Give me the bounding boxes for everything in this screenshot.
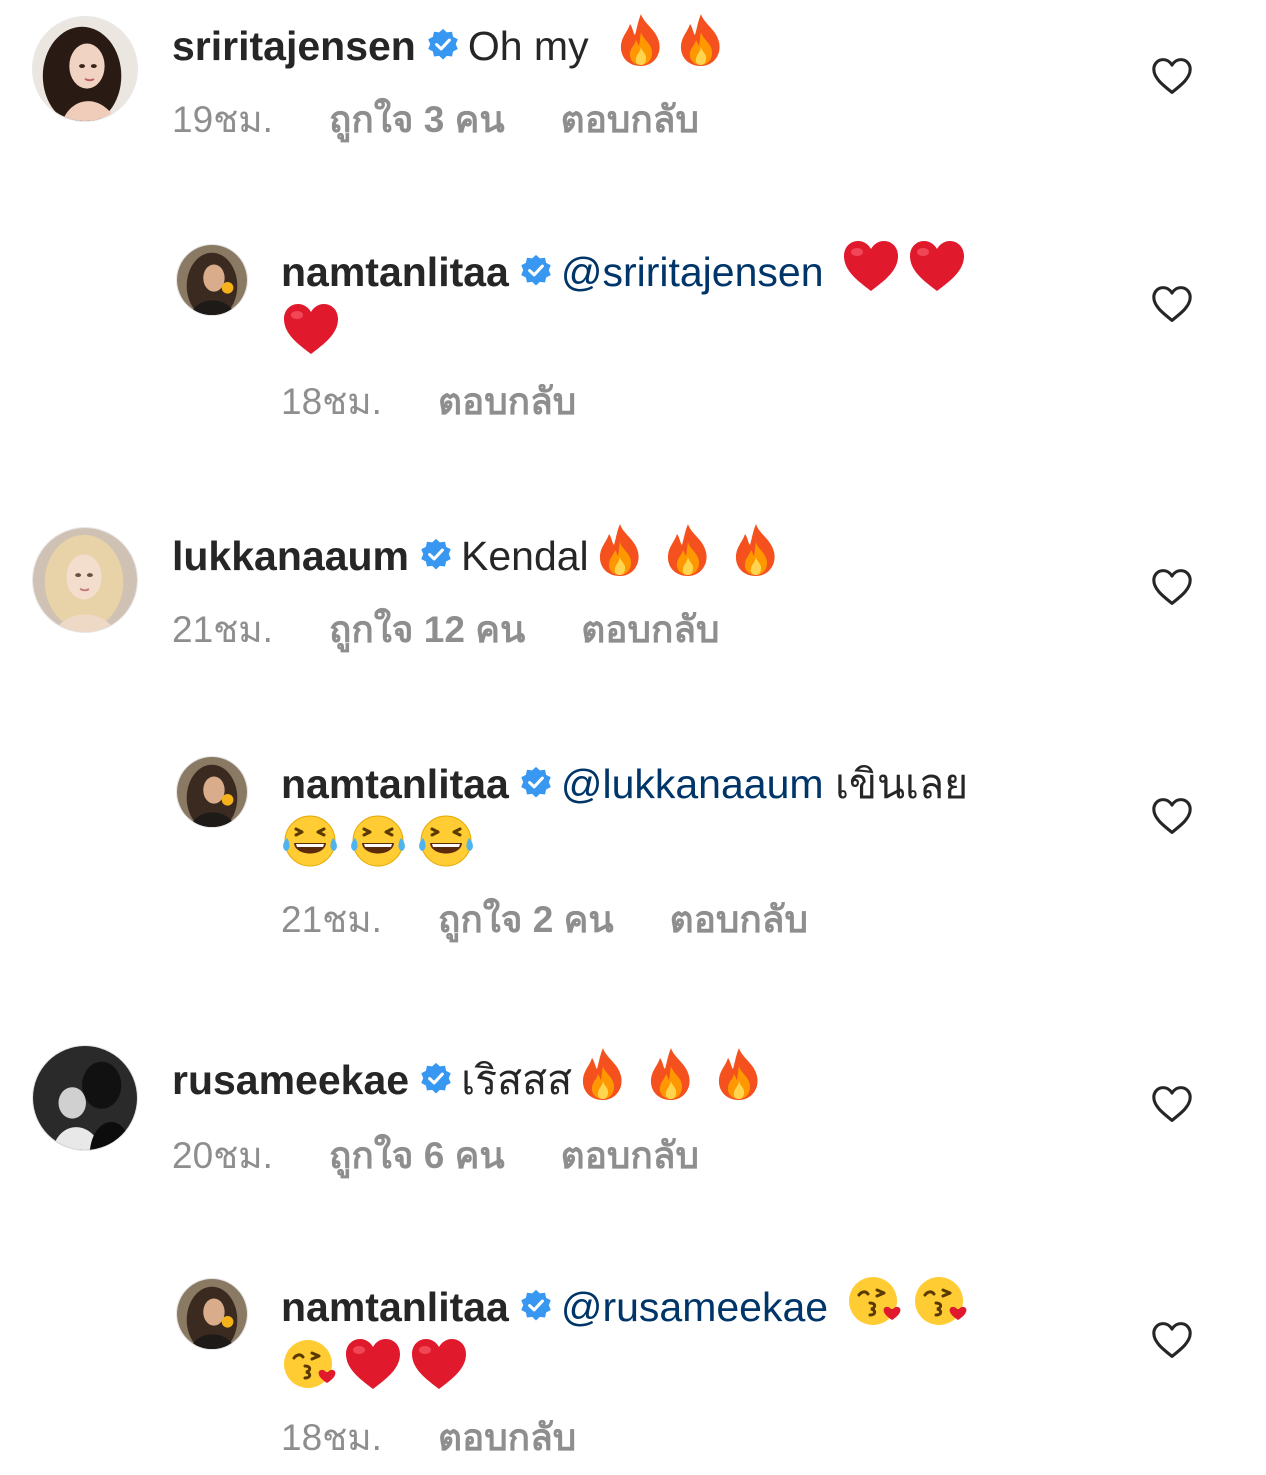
mention-link[interactable]: @lukkanaaum: [561, 761, 824, 807]
reply-button[interactable]: ตอบกลับ: [438, 1416, 576, 1460]
kiss-emoji-icon: [912, 1273, 970, 1329]
fire-emoji-icon: [614, 12, 668, 68]
laughing-tears-emoji-icon: [281, 813, 339, 869]
comment-text: namtanlitaa @rusameekae: [281, 1273, 1101, 1399]
comment-body: เขินเลย: [834, 761, 969, 807]
like-heart-icon[interactable]: [1150, 1320, 1194, 1360]
avatar[interactable]: [32, 1045, 138, 1151]
red-heart-emoji-icon: [409, 1336, 469, 1392]
comment-text: namtanlitaa @sriritajensen: [281, 238, 1101, 364]
username[interactable]: namtanlitaa: [281, 1284, 509, 1330]
comment-meta: 21ชม. ถูกใจ 2 คน ตอบกลับ: [281, 898, 808, 942]
username[interactable]: namtanlitaa: [281, 249, 509, 295]
fire-emoji-icon: [674, 12, 728, 68]
comment-body: เริสสส: [461, 1057, 573, 1103]
red-heart-emoji-icon: [907, 238, 967, 294]
verified-badge-icon: [519, 254, 553, 288]
likes-count[interactable]: ถูกใจ 6 คน: [329, 1134, 505, 1178]
fire-emoji-icon: [593, 522, 647, 578]
comment-text: lukkanaaum Kendal: [172, 522, 1092, 585]
avatar[interactable]: [176, 756, 248, 828]
reply-button[interactable]: ตอบกลับ: [581, 608, 719, 652]
fire-emoji-icon: [729, 522, 783, 578]
likes-count[interactable]: ถูกใจ 12 คน: [329, 608, 525, 652]
comment-text: namtanlitaa @lukkanaaum เขินเลย: [281, 756, 1101, 876]
fire-emoji-icon: [576, 1046, 630, 1102]
verified-badge-icon: [519, 1289, 553, 1323]
username[interactable]: namtanlitaa: [281, 761, 509, 807]
comment-meta: 18ชม. ตอบกลับ: [281, 380, 576, 424]
mention-link[interactable]: @sriritajensen: [561, 249, 824, 295]
kiss-emoji-icon: [846, 1273, 904, 1329]
comment-time: 21ชม.: [281, 899, 382, 940]
comment-time: 18ชม.: [281, 381, 382, 422]
comment-time: 21ชม.: [172, 609, 273, 650]
comment-text: rusameekae เริสสส: [172, 1046, 1092, 1109]
red-heart-emoji-icon: [343, 1336, 403, 1392]
fire-emoji-icon: [644, 1046, 698, 1102]
comment-body: Kendal: [461, 533, 589, 579]
verified-badge-icon: [426, 28, 460, 62]
reply-button[interactable]: ตอบกลับ: [670, 898, 808, 942]
comment-time: 19ชม.: [172, 99, 273, 140]
reply-button[interactable]: ตอบกลับ: [438, 380, 576, 424]
kiss-emoji-icon: [281, 1336, 339, 1392]
comment-body: Oh my: [467, 23, 589, 69]
avatar[interactable]: [32, 527, 138, 633]
comment-text: sriritajensen Oh my: [172, 12, 1092, 75]
laughing-tears-emoji-icon: [417, 813, 475, 869]
like-heart-icon[interactable]: [1150, 284, 1194, 324]
red-heart-emoji-icon: [281, 301, 341, 357]
comment-meta: 18ชม. ตอบกลับ: [281, 1416, 576, 1460]
username[interactable]: lukkanaaum: [172, 533, 409, 579]
like-heart-icon[interactable]: [1150, 1084, 1194, 1124]
fire-emoji-icon: [712, 1046, 766, 1102]
fire-emoji-icon: [661, 522, 715, 578]
avatar[interactable]: [32, 16, 138, 122]
red-heart-emoji-icon: [841, 238, 901, 294]
reply-button[interactable]: ตอบกลับ: [561, 1134, 699, 1178]
likes-count[interactable]: ถูกใจ 2 คน: [438, 898, 614, 942]
like-heart-icon[interactable]: [1150, 56, 1194, 96]
like-heart-icon[interactable]: [1150, 567, 1194, 607]
avatar[interactable]: [176, 244, 248, 316]
reply-button[interactable]: ตอบกลับ: [561, 98, 699, 142]
comment-time: 20ชม.: [172, 1135, 273, 1176]
verified-badge-icon: [519, 766, 553, 800]
comment-time: 18ชม.: [281, 1417, 382, 1458]
comment-meta: 20ชม. ถูกใจ 6 คน ตอบกลับ: [172, 1134, 699, 1178]
avatar[interactable]: [176, 1278, 248, 1350]
username[interactable]: rusameekae: [172, 1057, 409, 1103]
laughing-tears-emoji-icon: [349, 813, 407, 869]
like-heart-icon[interactable]: [1150, 796, 1194, 836]
verified-badge-icon: [419, 1062, 453, 1096]
likes-count[interactable]: ถูกใจ 3 คน: [329, 98, 505, 142]
comment-meta: 19ชม. ถูกใจ 3 คน ตอบกลับ: [172, 98, 699, 142]
verified-badge-icon: [419, 538, 453, 572]
comment-meta: 21ชม. ถูกใจ 12 คน ตอบกลับ: [172, 608, 720, 652]
mention-link[interactable]: @rusameekae: [561, 1284, 828, 1330]
username[interactable]: sriritajensen: [172, 23, 416, 69]
